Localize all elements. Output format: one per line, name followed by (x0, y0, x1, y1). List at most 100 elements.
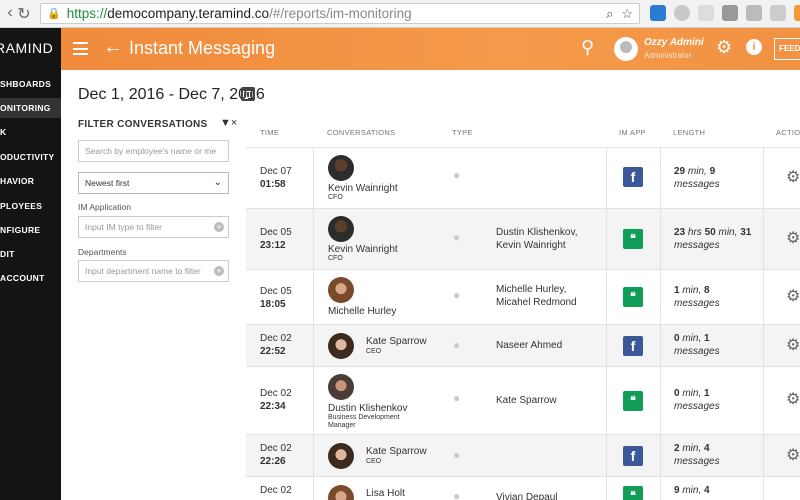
extension-icon[interactable] (722, 5, 738, 21)
conversation-length: 1 min, 8 messages (674, 285, 720, 309)
search-icon[interactable]: ⚲ (581, 37, 594, 58)
chat-bubble-icon: ● (453, 230, 461, 244)
department-input[interactable]: Input department name to filter + (78, 260, 229, 282)
row-settings-gear-icon[interactable]: ⚙ (786, 335, 800, 355)
add-icon[interactable]: + (214, 222, 224, 232)
row-date: Dec 07 01:58 (260, 166, 292, 190)
hangouts-icon: ❝ (623, 486, 643, 500)
table-row[interactable]: Dec 05 23:12 Kevin Wainright CFO ● Dustin… (246, 209, 800, 270)
conversation-length: 0 min, 1 messages (674, 333, 720, 357)
zoom-icon[interactable]: ⌕ (606, 6, 613, 22)
drive-extension-icon[interactable] (770, 5, 786, 21)
row-settings-gear-icon[interactable]: ⚙ (786, 389, 800, 409)
col-header-length[interactable]: LENGTH (673, 128, 705, 137)
chat-extension-icon[interactable] (674, 5, 690, 21)
calendar-icon[interactable] (241, 87, 255, 101)
employee-name[interactable]: Kate Sparrow (366, 336, 427, 347)
employee-search-input[interactable]: Search by employee's name or me (78, 140, 229, 162)
app-header: ← Instant Messaging ⚲ Ozzy Admini Admini… (61, 28, 800, 70)
row-settings-gear-icon[interactable]: ⚙ (786, 286, 800, 306)
url-scheme: https:// (66, 6, 108, 21)
table-row[interactable]: Dec 05 18:05 Michelle Hurley ● Michelle H… (246, 270, 800, 325)
reload-icon[interactable]: ↻ (14, 4, 34, 24)
table-row[interactable]: Dec 02 22:34 Dustin Klishenkov Business D… (246, 367, 800, 435)
conversation-participants: Michelle Hurley, Micahel Redmond (496, 284, 577, 308)
add-icon[interactable]: + (214, 266, 224, 276)
column-divider (313, 147, 314, 500)
col-header-conversations[interactable]: CONVERSATIONS (327, 128, 395, 137)
chevron-down-icon: ⌄ (213, 177, 222, 188)
date-range[interactable]: Dec 1, 2016 - Dec 7, 2016 (78, 86, 265, 104)
facebook-icon: f (623, 336, 643, 356)
table-row[interactable]: Dec 02 22:26 Kate Sparrow CEO ● f 2 min, … (246, 435, 800, 477)
info-icon[interactable]: i (746, 39, 762, 55)
im-type-input[interactable]: Input IM type to filter + (78, 216, 229, 238)
cloud-extension-icon[interactable] (746, 5, 762, 21)
table-row[interactable]: Dec 02 Lisa Holt ● Vivian Depaul ❝ 9 min… (246, 477, 800, 500)
sort-select[interactable]: Newest first ⌄ (78, 172, 229, 194)
clear-filter-icon[interactable]: ▼× (220, 117, 237, 129)
column-divider (763, 147, 764, 500)
filter-title: FILTER CONVERSATIONS (78, 119, 208, 130)
nav-productivity[interactable]: ODUCTIVITY (0, 147, 61, 167)
user-avatar[interactable] (614, 37, 638, 61)
employee-title: CFO (328, 255, 343, 262)
nav-dashboards[interactable]: SHBOARDS (0, 74, 61, 94)
star-icon[interactable]: ☆ (621, 6, 633, 22)
conversation-length: 23 hrs 50 min, 31 messages (674, 227, 752, 251)
chat-bubble-icon: ● (453, 489, 461, 500)
employee-name[interactable]: Kevin Wainright (328, 244, 398, 255)
employee-title: CEO (366, 458, 382, 465)
nav-audit[interactable]: DIT (0, 244, 61, 264)
settings-gear-icon[interactable]: ⚙ (716, 37, 732, 58)
conversation-participants: Naseer Ahmed (496, 340, 563, 351)
nav-configure[interactable]: NFIGURE (0, 220, 61, 240)
conversation-length: 9 min, 4 (674, 485, 710, 496)
column-divider (660, 147, 661, 500)
nav-employees[interactable]: PLOYEES (0, 196, 61, 216)
avatar (328, 443, 354, 469)
back-arrow-icon[interactable]: ← (103, 36, 123, 59)
table-row[interactable]: Dec 02 22:52 Kate Sparrow CEO ● Naseer Ah… (246, 325, 800, 367)
row-date: Dec 05 23:12 (260, 227, 292, 251)
employee-name[interactable]: Dustin Klishenkov (328, 403, 407, 414)
employee-name[interactable]: Kevin Wainright (328, 183, 398, 194)
row-settings-gear-icon[interactable]: ⚙ (786, 445, 800, 465)
col-header-actions: ACTIO (776, 128, 800, 137)
nav-risk[interactable]: K (0, 122, 61, 142)
col-header-type[interactable]: TYPE (452, 128, 473, 137)
conversation-participants: Dustin Klishenkov, Kevin Wainright (496, 227, 578, 251)
col-header-time[interactable]: TIME (260, 128, 279, 137)
page-title: Instant Messaging (129, 38, 276, 58)
lock-icon: 🔒 (47, 8, 61, 20)
avatar (328, 485, 354, 500)
nav-monitoring[interactable]: ONITORING (0, 98, 61, 118)
analytics-extension-icon[interactable] (794, 5, 800, 21)
table-row[interactable]: Dec 07 01:58 Kevin Wainright CFO ● f 29 m… (246, 148, 800, 209)
browser-toolbar: ‹ ↻ 🔒 https://democompany.teramind.co/#/… (0, 0, 800, 28)
employee-title: Business Development Manager (328, 414, 400, 429)
employee-name[interactable]: Lisa Holt (366, 488, 405, 499)
employee-name[interactable]: Kate Sparrow (366, 446, 427, 457)
row-settings-gear-icon[interactable]: ⚙ (786, 228, 800, 248)
nav-behavior[interactable]: HAVIOR (0, 171, 61, 191)
avatar (328, 277, 354, 303)
url-host: democompany.teramind.co (107, 6, 270, 21)
row-date: Dec 02 (260, 485, 292, 496)
row-settings-gear-icon[interactable]: ⚙ (786, 167, 800, 187)
hangouts-icon: ❝ (623, 391, 643, 411)
chat-bubble-icon: ● (453, 168, 461, 182)
col-header-im-app[interactable]: IM APP (619, 128, 646, 137)
im-type-placeholder: Input IM type to filter (85, 222, 163, 232)
nav-account[interactable]: ACCOUNT (0, 268, 61, 288)
url-path: /#/reports/im-monitoring (269, 6, 412, 21)
snowflake-extension-icon[interactable] (698, 5, 714, 21)
menu-icon[interactable] (73, 42, 88, 55)
user-name[interactable]: Ozzy Admini (644, 37, 704, 48)
feedback-button[interactable]: FEED (774, 38, 800, 60)
avatar (328, 216, 354, 242)
address-bar[interactable]: 🔒 https://democompany.teramind.co/#/repo… (40, 3, 640, 24)
chat-bubble-icon: ● (453, 448, 461, 462)
trello-extension-icon[interactable] (650, 5, 666, 21)
employee-name[interactable]: Michelle Hurley (328, 306, 396, 317)
